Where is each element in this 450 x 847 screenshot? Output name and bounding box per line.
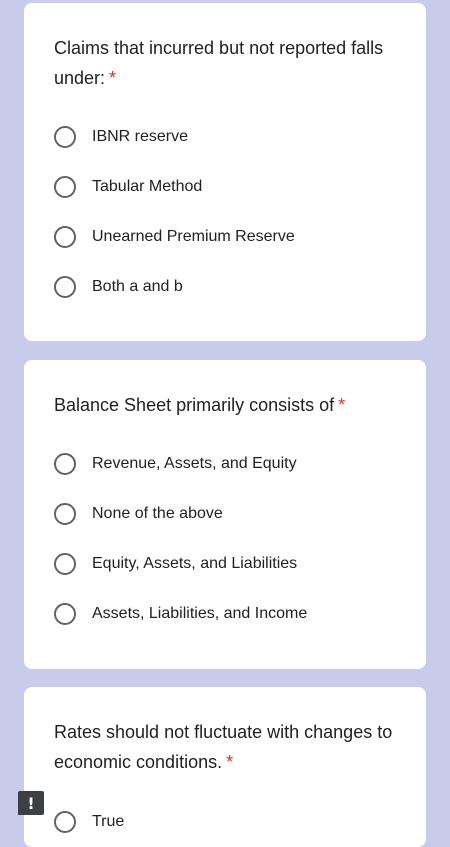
radio-button-icon[interactable] (54, 553, 76, 575)
option-ibnr-reserve[interactable]: IBNR reserve (54, 123, 188, 151)
radio-button-icon[interactable] (54, 453, 76, 475)
option-tabular-method[interactable]: Tabular Method (54, 173, 202, 201)
option-label: Assets, Liabilities, and Income (92, 605, 308, 622)
option-revenue-assets-equity[interactable]: Revenue, Assets, and Equity (54, 450, 297, 478)
question-title: Claims that incurred but not reported fa… (54, 33, 398, 93)
radio-button-icon[interactable] (54, 226, 76, 248)
radio-button-icon[interactable] (54, 176, 76, 198)
option-both-a-and-b[interactable]: Both a and b (54, 273, 183, 301)
question-card-2: Balance Sheet primarily consists of * Rev… (24, 360, 426, 669)
radio-button-icon[interactable] (54, 603, 76, 625)
required-asterisk: * (226, 752, 234, 772)
question-text: Balance Sheet primarily consists of (54, 395, 335, 415)
question-text: Claims that incurred but not reported fa… (54, 38, 384, 88)
exclamation-icon: ! (27, 793, 35, 813)
radio-button-icon[interactable] (54, 126, 76, 148)
option-assets-liabilities-income[interactable]: Assets, Liabilities, and Income (54, 600, 307, 628)
radio-button-icon[interactable] (54, 811, 76, 833)
question-title: Rates should not fluctuate with changes … (54, 717, 398, 777)
option-none-of-the-above[interactable]: None of the above (54, 500, 223, 528)
question-text: Rates should not fluctuate with changes … (54, 722, 393, 772)
option-label: Unearned Premium Reserve (92, 228, 295, 245)
radio-button-icon[interactable] (54, 503, 76, 525)
option-unearned-premium-reserve[interactable]: Unearned Premium Reserve (54, 223, 295, 251)
question-title: Balance Sheet primarily consists of * (54, 390, 398, 420)
option-label: None of the above (92, 505, 223, 522)
option-label: Both a and b (92, 278, 183, 295)
option-label: Equity, Assets, and Liabilities (92, 555, 298, 572)
option-true[interactable]: True (54, 808, 124, 836)
radio-button-icon[interactable] (54, 276, 76, 298)
report-problem-button[interactable]: ! (18, 791, 44, 815)
option-label: Tabular Method (92, 178, 203, 195)
option-label: IBNR reserve (92, 128, 189, 145)
required-asterisk: * (338, 395, 346, 415)
question-card-1: Claims that incurred but not reported fa… (24, 3, 426, 341)
option-label: True (92, 813, 125, 830)
option-equity-assets-liabilities[interactable]: Equity, Assets, and Liabilities (54, 550, 297, 578)
option-label: Revenue, Assets, and Equity (92, 455, 297, 472)
required-asterisk: * (109, 68, 117, 88)
question-card-3: Rates should not fluctuate with changes … (24, 687, 426, 847)
